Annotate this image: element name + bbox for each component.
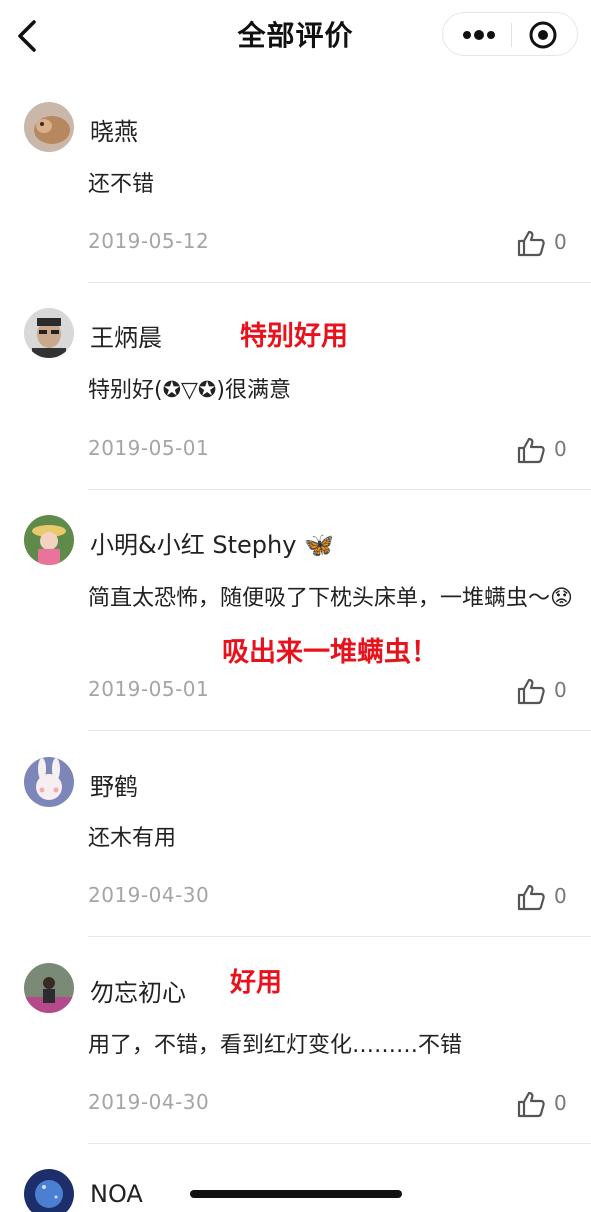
review-text: 特别好(✪▽✪)很满意 — [88, 378, 291, 403]
reviews-page: 全部评价 晓燕 还不错 2019-05-12 0 王炳晨 特别好(✪▽✪)很满意… — [0, 0, 591, 1212]
mini-program-capsule — [442, 12, 578, 56]
reviewer-name: 野鹤 — [90, 773, 138, 801]
review-text: 简直太恐怖，随便吸了下枕头床单，一堆螨虫～😟 — [88, 586, 573, 611]
annotation-text: 好用 — [230, 968, 283, 998]
review-date: 2019-05-12 — [88, 229, 210, 253]
avatar[interactable] — [24, 757, 74, 807]
avatar[interactable] — [24, 515, 74, 565]
thumbs-up-icon — [517, 230, 545, 257]
nav-bar: 全部评价 — [0, 0, 591, 70]
reviewer-name: 晓燕 — [90, 118, 138, 146]
home-indicator — [190, 1190, 402, 1198]
like-button[interactable]: 0 — [516, 1088, 576, 1120]
divider — [88, 730, 591, 731]
more-button[interactable] — [457, 20, 501, 50]
divider — [88, 282, 591, 283]
reviewer-name: 小明&小红 Stephy 🦋 — [90, 531, 334, 559]
like-button[interactable]: 0 — [516, 227, 576, 259]
annotation-text: 特别好用 — [240, 321, 348, 352]
avatar[interactable] — [24, 1169, 74, 1212]
review-text: 还木有用 — [88, 826, 177, 851]
review-text: 还不错 — [88, 172, 155, 197]
like-button[interactable]: 0 — [516, 434, 576, 466]
divider — [88, 1143, 591, 1144]
review-date: 2019-04-30 — [88, 883, 210, 907]
divider — [88, 489, 591, 490]
like-button[interactable]: 0 — [516, 675, 576, 707]
annotation-text: 吸出来一堆螨虫！ — [222, 637, 438, 668]
like-count: 0 — [554, 1091, 567, 1115]
avatar[interactable] — [24, 963, 74, 1013]
divider — [88, 936, 591, 937]
reviewer-name: 勿忘初心 — [90, 979, 186, 1007]
avatar[interactable] — [24, 308, 74, 358]
review-date: 2019-04-30 — [88, 1090, 210, 1114]
thumbs-up-icon — [517, 437, 545, 464]
thumbs-up-icon — [517, 884, 545, 911]
avatar[interactable] — [24, 102, 74, 152]
reviewer-name: NOA — [90, 1180, 143, 1208]
review-date: 2019-05-01 — [88, 436, 210, 460]
like-count: 0 — [554, 678, 567, 702]
thumbs-up-icon — [517, 1091, 545, 1118]
target-close-icon — [529, 21, 557, 49]
review-text: 用了，不错，看到红灯变化………不错 — [88, 1033, 463, 1058]
close-miniprogram-button[interactable] — [527, 19, 559, 51]
like-count: 0 — [554, 437, 567, 461]
thumbs-up-icon — [517, 678, 545, 705]
like-count: 0 — [554, 884, 567, 908]
review-date: 2019-05-01 — [88, 677, 210, 701]
more-dots-icon — [463, 30, 495, 40]
capsule-divider — [511, 23, 512, 47]
like-count: 0 — [554, 230, 567, 254]
reviewer-name: 王炳晨 — [90, 324, 162, 352]
like-button[interactable]: 0 — [516, 881, 576, 913]
